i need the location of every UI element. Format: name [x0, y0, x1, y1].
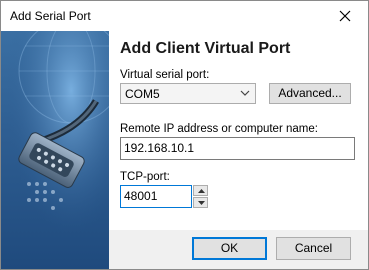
advanced-button[interactable]: Advanced... [269, 83, 351, 104]
virtual-port-value: COM5 [125, 87, 160, 101]
remote-address-value: 192.168.10.1 [124, 141, 195, 155]
remote-address-input[interactable]: 192.168.10.1 [120, 137, 355, 160]
tcp-port-label: TCP-port: [120, 171, 170, 183]
spin-up-button[interactable] [193, 185, 208, 196]
window-title: Add Serial Port [10, 9, 91, 23]
side-banner-image [1, 31, 109, 269]
virtual-port-select[interactable]: COM5 [120, 83, 256, 104]
ok-button[interactable]: OK [192, 237, 267, 260]
cancel-button[interactable]: Cancel [276, 237, 351, 260]
remote-address-label: Remote IP address or computer name: [120, 123, 318, 135]
tcp-port-input[interactable]: 48001 [120, 185, 192, 208]
title-bar: Add Serial Port [1, 1, 368, 31]
serial-cable-illustration [1, 31, 109, 269]
tcp-port-spinner [193, 185, 208, 208]
add-serial-port-dialog: Add Serial Port Add Client Virtual Port … [0, 0, 369, 270]
tcp-port-value: 48001 [124, 189, 158, 203]
arrow-down-icon [198, 201, 205, 205]
close-button[interactable] [322, 1, 368, 31]
arrow-up-icon [198, 189, 205, 193]
chevron-down-icon [240, 90, 250, 96]
main-panel: Add Client Virtual Port Virtual serial p… [109, 31, 368, 230]
spin-down-button[interactable] [193, 197, 208, 208]
dialog-heading: Add Client Virtual Port [120, 40, 291, 57]
dialog-body: Add Client Virtual Port Virtual serial p… [1, 31, 368, 269]
virtual-port-label: Virtual serial port: [120, 69, 210, 81]
button-bar: OK Cancel [109, 230, 368, 269]
close-icon [339, 10, 351, 22]
